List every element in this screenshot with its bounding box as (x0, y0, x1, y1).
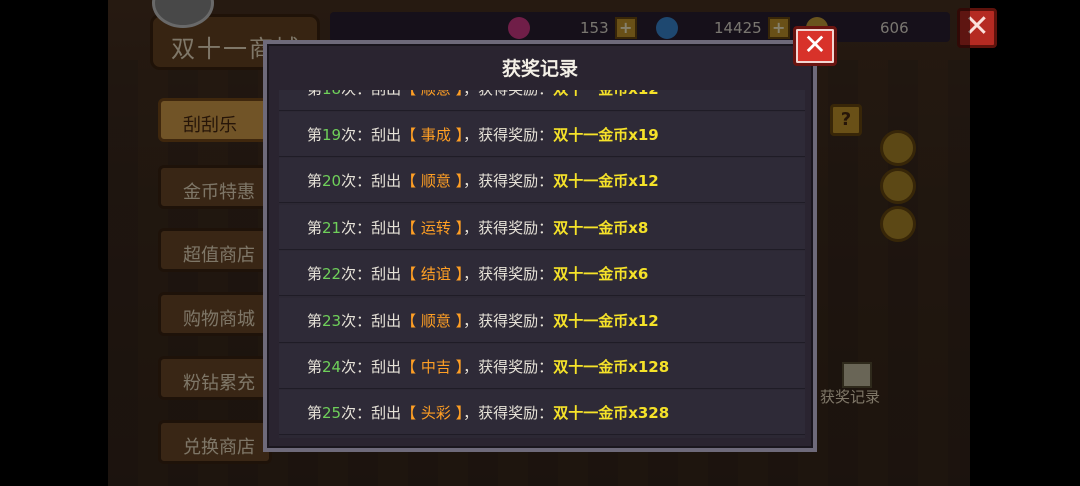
list-item: 第23次：刮出【 顺意 】，获得奖励：双十一金币x12 (279, 298, 805, 343)
award-record-dialog: 获奖记录 ✕ 第18次：刮出【 顺意 】，获得奖励：双十一金币x12 第19次：… (263, 26, 837, 452)
list-item: 第18次：刮出【 顺意 】，获得奖励：双十一金币x12 (279, 90, 805, 111)
list-item: 第19次：刮出【 事成 】，获得奖励：双十一金币x19 (279, 112, 805, 157)
list-item: 第22次：刮出【 结谊 】，获得奖励：双十一金币x6 (279, 251, 805, 296)
record-list[interactable]: 第18次：刮出【 顺意 】，获得奖励：双十一金币x12 第19次：刮出【 事成 … (279, 90, 805, 438)
list-item: 第25次：刮出【 头彩 】，获得奖励：双十一金币x328 (279, 390, 805, 435)
list-item: 第21次：刮出【 运转 】，获得奖励：双十一金币x8 (279, 205, 805, 250)
list-item: 第20次：刮出【 顺意 】，获得奖励：双十一金币x12 (279, 158, 805, 203)
dialog-title: 获奖记录 (501, 58, 578, 80)
close-dialog-button[interactable]: ✕ (793, 26, 837, 66)
list-item: 第24次：刮出【 中吉 】，获得奖励：双十一金币x128 (279, 344, 805, 389)
